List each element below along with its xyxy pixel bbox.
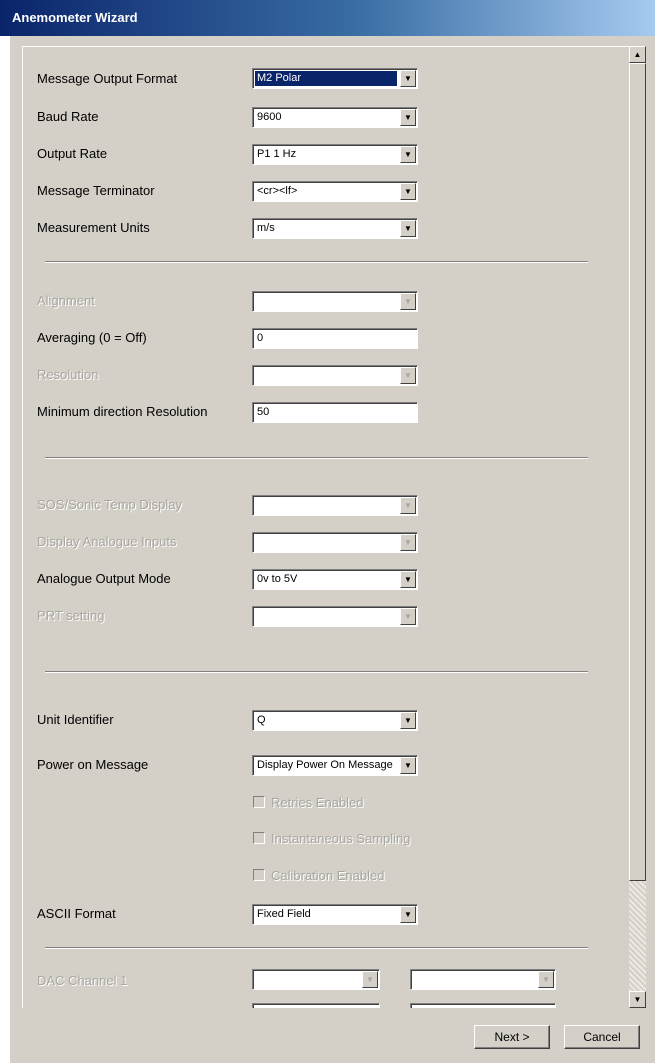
unit-identifier-value: Q [257,714,266,726]
output-rate-combo[interactable]: P1 1 Hz ▼ [252,144,418,165]
calibration-enabled-checkbox: Calibration Enabled [253,868,384,883]
power-on-message-value: Display Power On Message [257,759,393,771]
display-analogue-inputs-combo: ▼ [252,532,418,553]
analogue-output-mode-label: Analogue Output Mode [37,571,171,586]
partial-combo-a [252,1003,380,1008]
chevron-down-icon: ▼ [400,293,416,310]
chevron-down-icon: ▼ [538,971,554,988]
chevron-down-icon[interactable]: ▼ [400,70,416,87]
sos-sonic-temp-display-label: SOS/Sonic Temp Display [37,497,182,512]
baud-rate-value: 9600 [257,111,282,123]
chevron-down-icon[interactable]: ▼ [400,183,416,200]
analogue-output-mode-value: 0v to 5V [257,573,298,585]
instantaneous-sampling-label: Instantaneous Sampling [271,831,411,846]
partial-combo-b [410,1003,556,1008]
chevron-down-icon[interactable]: ▼ [400,906,416,923]
instantaneous-sampling-checkbox: Instantaneous Sampling [253,831,410,846]
title-bar: Anemometer Wizard [0,0,655,36]
dac-channel-1-label: DAC Channel 1 [37,973,128,988]
sos-sonic-temp-display-combo: ▼ [252,495,418,516]
resolution-label: Resolution [37,367,99,382]
power-on-message-label: Power on Message [37,757,149,772]
measurement-units-label: Measurement Units [37,220,150,235]
message-output-format-value: M2 Polar [254,70,398,87]
averaging-label: Averaging (0 = Off) [37,330,147,345]
alignment-combo: ▼ [252,291,418,312]
analogue-output-mode-combo[interactable]: 0v to 5V ▼ [252,569,418,590]
window-title: Anemometer Wizard [12,10,138,25]
min-direction-resolution-input[interactable]: 50 [252,402,418,423]
separator [45,261,588,263]
dac-channel-1-combo-b: ▼ [410,969,556,990]
chevron-down-icon[interactable]: ▼ [400,757,416,774]
chevron-down-icon[interactable]: ▼ [400,220,416,237]
prt-setting-combo: ▼ [252,606,418,627]
chevron-down-icon: ▼ [400,497,416,514]
dac-channel-1-combo-a: ▼ [252,969,380,990]
arrow-down-icon[interactable]: ▼ [629,991,646,1008]
message-output-format-label: Message Output Format [37,71,178,86]
message-terminator-label: Message Terminator [37,183,155,198]
ascii-format-combo[interactable]: Fixed Field ▼ [252,904,418,925]
averaging-input[interactable]: 0 [252,328,418,349]
chevron-down-icon[interactable]: ▼ [400,712,416,729]
min-direction-resolution-value: 50 [257,406,270,418]
message-output-format-combo[interactable]: M2 Polar ▼ [252,68,418,89]
message-terminator-value: <cr><lf> [257,185,298,197]
cancel-button[interactable]: Cancel [564,1025,640,1049]
separator [45,457,588,459]
unit-identifier-label: Unit Identifier [37,712,114,727]
checkbox-box [253,869,265,881]
separator [45,671,588,673]
prt-setting-label: PRT setting [37,608,105,623]
output-rate-label: Output Rate [37,146,108,161]
alignment-label: Alignment [37,293,95,308]
calibration-enabled-label: Calibration Enabled [271,868,385,883]
ascii-format-label: ASCII Format [37,906,116,921]
next-button[interactable]: Next > [474,1025,550,1049]
display-analogue-inputs-label: Display Analogue Inputs [37,534,177,549]
measurement-units-value: m/s [257,222,275,234]
chevron-down-icon: ▼ [400,608,416,625]
chevron-down-icon[interactable]: ▼ [400,571,416,588]
chevron-down-icon: ▼ [362,971,378,988]
separator [45,947,588,949]
chevron-down-icon: ▼ [400,367,416,384]
chevron-down-icon[interactable]: ▼ [400,146,416,163]
baud-rate-label: Baud Rate [37,109,99,124]
checkbox-box [253,832,265,844]
checkbox-box [253,796,265,808]
retries-enabled-checkbox: Retries Enabled [253,795,364,810]
vertical-scrollbar[interactable]: ▲ ▼ [629,46,646,1008]
arrow-up-icon[interactable]: ▲ [629,46,646,63]
chevron-down-icon[interactable]: ▼ [400,109,416,126]
chevron-down-icon: ▼ [400,534,416,551]
resolution-combo: ▼ [252,365,418,386]
settings-panel: Message Output Format M2 Polar ▼ Baud Ra… [22,46,629,1008]
retries-enabled-label: Retries Enabled [271,795,364,810]
averaging-value: 0 [257,332,264,344]
baud-rate-combo[interactable]: 9600 ▼ [252,107,418,128]
power-on-message-combo[interactable]: Display Power On Message ▼ [252,755,418,776]
message-terminator-combo[interactable]: <cr><lf> ▼ [252,181,418,202]
measurement-units-combo[interactable]: m/s ▼ [252,218,418,239]
min-direction-resolution-label: Minimum direction Resolution [37,404,208,419]
scrollbar-thumb[interactable] [629,63,646,881]
ascii-format-value: Fixed Field [257,908,311,920]
output-rate-value: P1 1 Hz [257,148,297,160]
unit-identifier-combo[interactable]: Q ▼ [252,710,418,731]
